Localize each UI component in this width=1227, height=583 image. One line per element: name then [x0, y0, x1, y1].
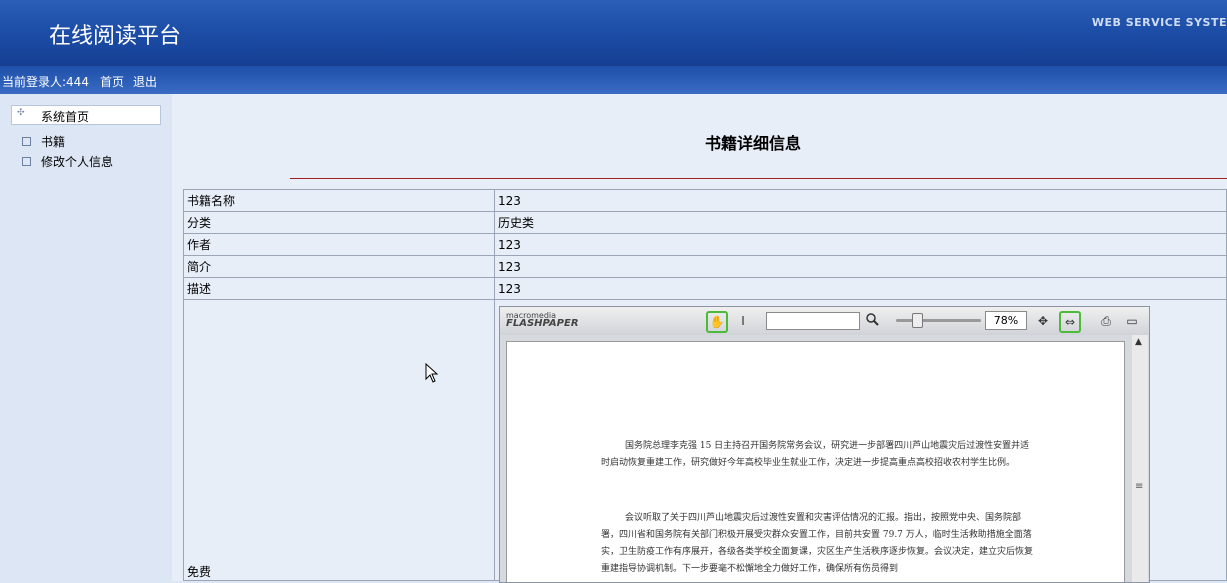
- collapse-box-icon: [22, 137, 31, 146]
- text-select-icon[interactable]: I: [733, 311, 753, 331]
- table-row: 书籍名称 123: [183, 189, 1227, 212]
- free-label: 免费: [187, 565, 212, 579]
- row-value: 123: [493, 233, 1227, 256]
- row-value: 123: [493, 189, 1227, 212]
- sidebar-home-label: 系统首页: [41, 110, 90, 124]
- collapse-box-icon: [22, 157, 31, 166]
- print-icon[interactable]: ⎙: [1096, 311, 1116, 331]
- table-row: 描述 123: [183, 277, 1227, 300]
- zoom-slider[interactable]: [896, 319, 981, 322]
- logout-link[interactable]: 退出: [133, 73, 157, 90]
- row-value: 123: [493, 277, 1227, 300]
- page-title: 书籍详细信息: [705, 134, 802, 153]
- home-link[interactable]: 首页: [100, 73, 124, 90]
- scroll-grip-icon[interactable]: ≡: [1135, 481, 1143, 492]
- row-value: 历史类: [493, 211, 1227, 234]
- flashpaper-viewer[interactable]: macromedia FLASHPAPER ✋ I 78% ✥ ⇔ ⎙ ▭ 国务…: [499, 306, 1150, 583]
- plus-icon: ✣: [17, 108, 25, 118]
- app-title: 在线阅读平台: [49, 24, 182, 49]
- fullscreen-icon[interactable]: ▭: [1122, 311, 1142, 331]
- table-row: 分类 历史类: [183, 211, 1227, 234]
- system-label: WEB SERVICE SYSTE: [1091, 16, 1227, 29]
- current-user-text: 当前登录人:444: [2, 75, 89, 89]
- row-label: 简介: [183, 255, 495, 278]
- hand-tool-icon[interactable]: ✋: [706, 311, 728, 333]
- zoom-value[interactable]: 78%: [985, 311, 1027, 330]
- doc-paragraph: 会议听取了关于四川芦山地震灾后过渡性安置和灾害评估情况的汇报。指出，按照党中央、…: [601, 513, 1034, 574]
- viewer-toolbar: macromedia FLASHPAPER ✋ I 78% ✥ ⇔ ⎙ ▭: [500, 307, 1149, 335]
- fit-width-icon[interactable]: ⇔: [1059, 311, 1081, 333]
- sidebar-item-home[interactable]: ✣ 系统首页: [11, 105, 161, 125]
- scroll-up-icon[interactable]: ▲: [1135, 337, 1142, 347]
- row-label: 书籍名称: [183, 189, 495, 212]
- row-label: 分类: [183, 211, 495, 234]
- mouse-cursor-icon: [425, 362, 439, 386]
- table-row: 作者 123: [183, 233, 1227, 256]
- title-divider: [290, 178, 1227, 179]
- sidebar-item-label: 修改个人信息: [41, 155, 114, 169]
- sidebar-item-label: 书籍: [41, 135, 66, 149]
- header-banner: 在线阅读平台 WEB SERVICE SYSTE: [0, 0, 1227, 66]
- viewer-scrollbar[interactable]: ▲ ≡: [1132, 335, 1148, 582]
- doc-paragraph: 国务院总理李克强 15 日主持召开国务院常务会议，研究进一步部署四川芦山地震灾后…: [601, 441, 1030, 468]
- row-label: 免费: [183, 299, 495, 581]
- flashpaper-logo: macromedia FLASHPAPER: [506, 312, 579, 329]
- user-bar: 当前登录人:444 首页 退出: [0, 66, 1227, 94]
- row-label: 作者: [183, 233, 495, 256]
- table-row: 简介 123: [183, 255, 1227, 278]
- document-page: 国务院总理李克强 15 日主持召开国务院常务会议，研究进一步部署四川芦山地震灾后…: [506, 341, 1125, 582]
- brand-large: FLASHPAPER: [506, 318, 579, 329]
- row-value: 123: [493, 255, 1227, 278]
- fit-page-icon[interactable]: ✥: [1033, 311, 1053, 331]
- zoom-slider-knob[interactable]: [912, 313, 923, 328]
- magnifier-icon[interactable]: [862, 311, 882, 331]
- search-input[interactable]: [766, 312, 860, 330]
- row-label: 描述: [183, 277, 495, 300]
